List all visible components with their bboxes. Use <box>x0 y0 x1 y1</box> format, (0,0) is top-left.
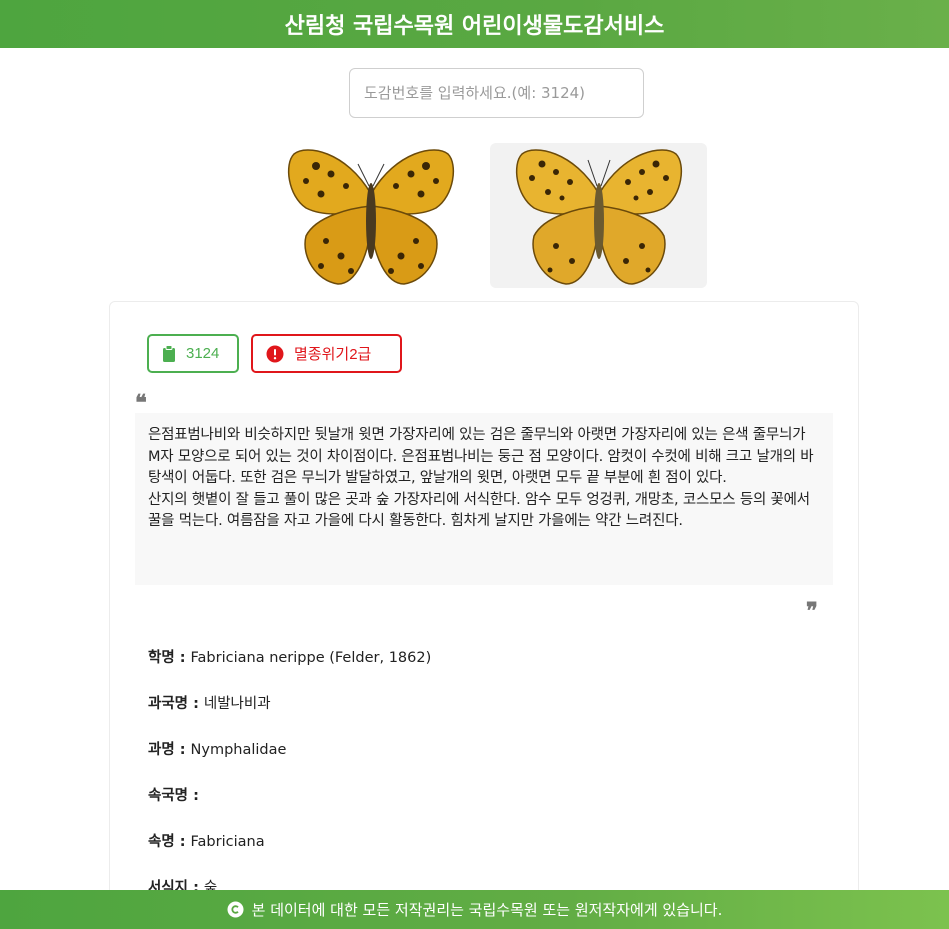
species-description: 은점표범나비와 비슷하지만 뒷날개 윗면 가장자리에 있는 검은 줄무늬와 아랫… <box>135 413 833 585</box>
clipboard-icon <box>163 345 175 362</box>
catalog-number: 3124 <box>186 345 220 362</box>
field-label: 과명 : <box>148 742 186 758</box>
copyright-text: 본 데이터에 대한 모든 저작권리는 국립수목원 또는 원저작자에게 있습니다. <box>251 901 723 919</box>
field-genus-name: 속명 : Fabriciana <box>148 830 265 851</box>
field-label: 과국명 : <box>148 696 199 712</box>
field-value: 네발나비과 <box>203 696 271 712</box>
endangered-status: 멸종위기2급 <box>294 346 372 363</box>
quote-open-icon: ❝ <box>135 390 147 416</box>
field-scientific-name: 학명 : Fabriciana nerippe (Felder, 1862) <box>148 646 431 667</box>
field-family-name: 과명 : Nymphalidae <box>148 738 286 759</box>
specimen-photo-ventral[interactable] <box>490 143 707 288</box>
field-label: 학명 : <box>148 650 186 666</box>
field-label: 속국명 : <box>148 788 199 804</box>
butterfly-dorsal-photo <box>287 148 454 285</box>
field-label: 속명 : <box>148 834 186 850</box>
field-value: Nymphalidae <box>190 742 287 758</box>
catalog-number-badge: 3124 <box>147 334 239 373</box>
copyright-footer: 본 데이터에 대한 모든 저작권리는 국립수목원 또는 원저작자에게 있습니다. <box>0 890 949 929</box>
quote-close-icon: ❞ <box>806 598 818 624</box>
page-title: 산림청 국립수목원 어린이생물도감서비스 <box>284 14 665 39</box>
field-family-korean: 과국명 : 네발나비과 <box>148 692 271 713</box>
exclamation-circle-icon <box>266 345 284 362</box>
species-detail-card: 3124 멸종위기2급 ❝ 은점표범나비와 비슷하지만 뒷날개 윗면 가장자리에… <box>109 301 859 929</box>
specimen-photo-dorsal[interactable] <box>262 143 479 288</box>
butterfly-ventral-photo <box>515 148 682 285</box>
endangered-status-badge: 멸종위기2급 <box>251 334 402 373</box>
search-input[interactable] <box>349 68 644 118</box>
field-value: Fabriciana nerippe (Felder, 1862) <box>190 650 432 666</box>
copyright-icon <box>227 901 244 918</box>
app-header: 산림청 국립수목원 어린이생물도감서비스 <box>0 0 949 48</box>
field-value: Fabriciana <box>190 834 265 850</box>
field-genus-korean: 속국명 : <box>148 784 204 805</box>
